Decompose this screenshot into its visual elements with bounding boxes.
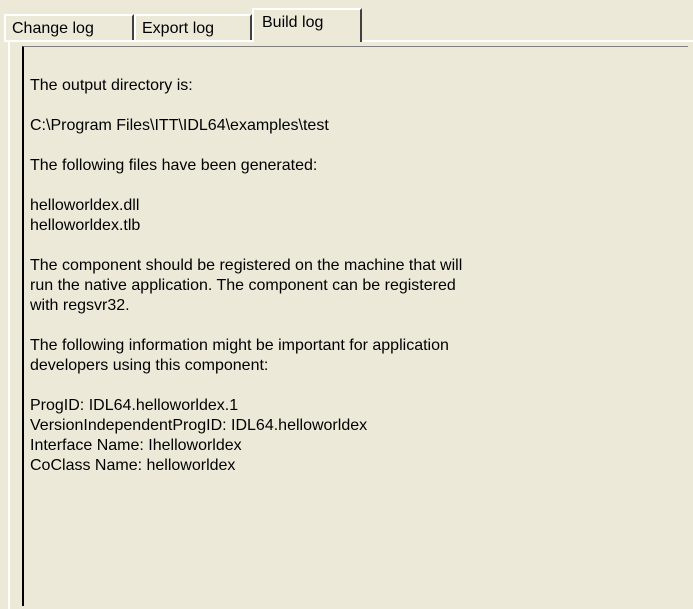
- log-line: helloworldex.tlb: [30, 217, 141, 234]
- log-dialog: Change log Export log Build log The outp…: [0, 0, 693, 609]
- tab-panel-build-log: The output directory is: C:\Program File…: [8, 40, 693, 609]
- log-line: C:\Program Files\ITT\IDL64\examples\test: [30, 117, 329, 134]
- log-line: VersionIndependentProgID: IDL64.hellowor…: [30, 417, 368, 434]
- build-log-text[interactable]: The output directory is: C:\Program File…: [22, 46, 688, 606]
- log-line: run the native application. The componen…: [30, 277, 456, 294]
- log-line: ProgID: IDL64.helloworldex.1: [30, 397, 239, 414]
- log-line: The following files have been generated:: [30, 157, 318, 174]
- log-line: The component should be registered on th…: [30, 257, 463, 274]
- log-line: helloworldex.dll: [30, 197, 140, 214]
- tab-strip: Change log Export log Build log: [4, 6, 693, 46]
- tab-build-log[interactable]: Build log: [252, 8, 362, 46]
- log-line: with regsvr32.: [30, 297, 130, 314]
- tab-export-log[interactable]: Export log: [134, 14, 252, 42]
- log-line: The following information might be impor…: [30, 337, 449, 354]
- log-line: CoClass Name: helloworldex: [30, 457, 236, 474]
- log-line: The output directory is:: [30, 77, 193, 94]
- log-line: Interface Name: Ihelloworldex: [30, 437, 242, 454]
- log-line: developers using this component:: [30, 357, 269, 374]
- tab-change-log[interactable]: Change log: [4, 14, 134, 42]
